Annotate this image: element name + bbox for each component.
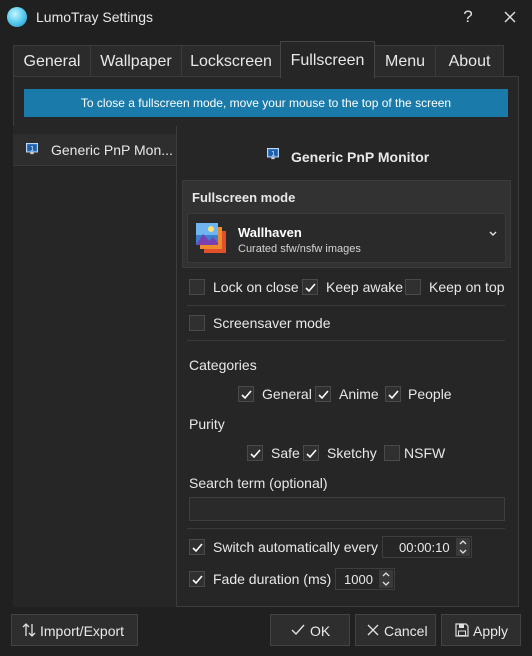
checkmark-icon — [388, 390, 399, 400]
title-bar: LumoTray Settings ? — [0, 0, 532, 34]
spin-down-icon — [382, 581, 390, 586]
purity-sketchy-label: Sketchy — [327, 445, 377, 461]
fade-duration-label: Fade duration (ms) — [213, 571, 332, 587]
tab-general[interactable]: General — [13, 45, 91, 77]
monitor-list-item-label: Generic PnP Mon... — [51, 142, 173, 158]
purity-safe-label: Safe — [271, 445, 300, 461]
tab-wallpaper[interactable]: Wallpaper — [90, 45, 182, 77]
import-export-button[interactable]: Import/Export — [11, 614, 138, 646]
chevron-down-icon — [489, 231, 497, 236]
import-export-label: Import/Export — [40, 623, 125, 639]
wallhaven-icon — [196, 223, 226, 253]
fullscreen-mode-title: Wallhaven — [238, 225, 302, 240]
monitor-list: 1 Generic PnP Mon... — [13, 126, 177, 607]
switch-automatically-checkbox[interactable] — [189, 539, 205, 555]
keep-awake-checkbox[interactable] — [302, 279, 318, 295]
checkmark-icon — [192, 575, 203, 585]
apply-button[interactable]: Apply — [441, 614, 521, 646]
checkmark-icon — [291, 624, 305, 636]
purity-nsfw-label: NSFW — [404, 445, 446, 461]
spin-up-icon — [459, 540, 467, 545]
spin-down-icon — [459, 549, 467, 554]
screensaver-mode-checkbox[interactable] — [189, 315, 205, 331]
lock-on-close-label: Lock on close — [213, 279, 299, 295]
close-button[interactable] — [492, 4, 528, 30]
info-banner: To close a fullscreen mode, move your mo… — [24, 89, 508, 117]
svg-text:1: 1 — [271, 150, 275, 157]
lock-on-close-checkbox[interactable] — [189, 279, 205, 295]
spin-buttons[interactable] — [379, 570, 393, 588]
fullscreen-mode-subtitle: Curated sfw/nsfw images — [238, 243, 361, 255]
monitor-icon: 1 — [26, 143, 38, 155]
help-button[interactable]: ? — [458, 4, 478, 30]
checkmark-icon — [241, 390, 252, 400]
tab-about[interactable]: About — [435, 45, 504, 77]
selected-monitor-name: Generic PnP Monitor — [291, 149, 430, 165]
keep-on-top-label: Keep on top — [429, 279, 505, 295]
cancel-label: Cancel — [384, 623, 428, 639]
monitor-icon: 1 — [267, 148, 279, 160]
apply-label: Apply — [473, 623, 509, 639]
ok-label: OK — [310, 623, 331, 639]
checkmark-icon — [318, 390, 329, 400]
window-title: LumoTray Settings — [36, 9, 153, 25]
checkmark-icon — [306, 449, 317, 459]
category-general-label: General — [262, 386, 312, 402]
keep-on-top-checkbox[interactable] — [405, 279, 421, 295]
purity-sketchy-checkbox[interactable] — [303, 445, 319, 461]
screensaver-mode-label: Screensaver mode — [213, 315, 331, 331]
checkmark-icon — [305, 283, 316, 293]
checkmark-icon — [192, 543, 203, 553]
fade-duration-checkbox[interactable] — [189, 571, 205, 587]
ok-button[interactable]: OK — [270, 614, 350, 646]
swap-arrows-icon — [22, 623, 36, 637]
tab-lockscreen[interactable]: Lockscreen — [181, 45, 281, 77]
checkmark-icon — [250, 449, 261, 459]
purity-safe-checkbox[interactable] — [247, 445, 263, 461]
save-icon — [455, 623, 469, 637]
divider — [187, 305, 505, 306]
divider — [187, 528, 505, 529]
keep-awake-label: Keep awake — [326, 279, 404, 295]
category-people-label: People — [408, 386, 452, 402]
categories-label: Categories — [189, 357, 257, 373]
tab-menu[interactable]: Menu — [374, 45, 436, 77]
category-anime-checkbox[interactable] — [315, 386, 331, 402]
spin-up-icon — [382, 572, 390, 577]
spin-buttons[interactable] — [456, 538, 470, 556]
search-term-input[interactable] — [189, 497, 505, 521]
svg-text:1: 1 — [30, 145, 34, 152]
category-anime-label: Anime — [339, 386, 379, 402]
switch-interval-spinbox[interactable]: 00:00:10 — [382, 536, 472, 558]
fullscreen-mode-label: Fullscreen mode — [192, 190, 296, 205]
switch-interval-value: 00:00:10 — [399, 540, 450, 555]
category-general-checkbox[interactable] — [238, 386, 254, 402]
fade-duration-value: 1000 — [344, 572, 373, 587]
monitor-list-item[interactable]: 1 Generic PnP Mon... — [13, 134, 176, 166]
close-icon — [367, 624, 379, 636]
app-logo-icon — [7, 7, 27, 27]
tab-fullscreen[interactable]: Fullscreen — [280, 41, 375, 78]
purity-label: Purity — [189, 416, 225, 432]
purity-nsfw-checkbox[interactable] — [384, 445, 400, 461]
fullscreen-mode-dropdown[interactable]: Wallhaven Curated sfw/nsfw images — [187, 213, 506, 263]
fade-duration-spinbox[interactable]: 1000 — [335, 568, 395, 590]
switch-automatically-label: Switch automatically every — [213, 539, 378, 555]
category-people-checkbox[interactable] — [385, 386, 401, 402]
divider — [187, 340, 505, 341]
cancel-button[interactable]: Cancel — [355, 614, 436, 646]
close-icon — [504, 11, 516, 23]
search-term-label: Search term (optional) — [189, 475, 328, 491]
